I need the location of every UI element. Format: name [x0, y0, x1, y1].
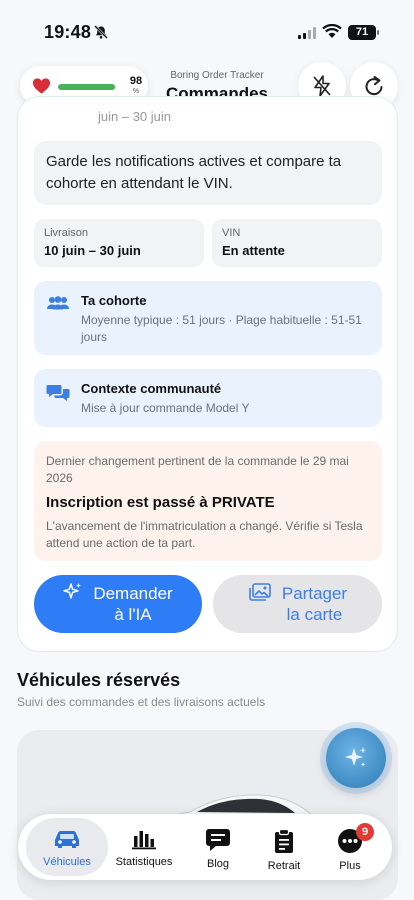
share-card-label: Partager la carte: [281, 584, 348, 624]
delivery-tile: Livraison 10 juin – 30 juin: [34, 219, 204, 267]
clipboard-icon: [275, 828, 293, 853]
heart-icon: [32, 78, 51, 94]
status-time: 19:48: [44, 22, 92, 42]
delivery-value: 10 juin – 30 juin: [44, 243, 141, 258]
bell-muted-icon: [94, 25, 108, 39]
delivery-label: Livraison: [44, 227, 89, 239]
tab-label: Statistiques: [115, 856, 173, 868]
share-card-button[interactable]: Partager la carte: [213, 575, 382, 633]
vin-label: VIN: [222, 227, 241, 239]
tab-label: Retrait: [267, 860, 301, 872]
tab-plus[interactable]: Plus 9: [312, 818, 388, 876]
health-percentage: 98%: [129, 75, 143, 96]
sparkles-icon: [345, 747, 366, 767]
notification-badge: 9: [356, 823, 374, 841]
battery-indicator: 71: [348, 25, 379, 40]
tab-retrait[interactable]: Retrait: [246, 818, 322, 876]
refresh-icon: [365, 76, 383, 96]
notification-tip: Garde les notifications actives et compa…: [34, 141, 382, 205]
ask-ai-label: Demander à l'IA: [93, 584, 173, 624]
health-progress-bar: [58, 84, 116, 90]
tab-vehicules[interactable]: Véhicules: [26, 818, 108, 876]
vin-value: En attente: [222, 243, 285, 258]
latest-change-headline: Inscription est passé à PRIVATE: [46, 494, 275, 511]
tab-blog[interactable]: Blog: [180, 818, 256, 876]
latest-change-date: Dernier changement pertinent de la comma…: [46, 454, 349, 485]
cohort-description: Moyenne typique : 51 jours · Plage habit…: [81, 313, 362, 344]
chat-bubbles-icon: [46, 385, 70, 401]
ai-assistant-fab[interactable]: [326, 728, 386, 788]
photos-icon: [249, 583, 271, 601]
health-progress-fill: [58, 84, 115, 90]
app-subtitle: Boring Order Tracker: [170, 70, 264, 81]
tab-label: Véhicules: [43, 856, 91, 868]
tab-label: Blog: [206, 858, 230, 870]
delivery-window-peek: juin – 30 juin: [98, 109, 171, 124]
section-subtitle: Suivi des commandes et des livraisons ac…: [17, 695, 266, 709]
community-description: Mise à jour commande Model Y: [81, 401, 250, 415]
ask-ai-button[interactable]: Demander à l'IA: [34, 575, 202, 633]
community-title: Contexte communauté: [81, 381, 222, 396]
cohort-title: Ta cohorte: [81, 293, 147, 308]
cellular-signal-icon: [298, 27, 316, 39]
bar-chart-icon: [132, 831, 156, 850]
wifi-icon: [322, 24, 342, 38]
car-icon: [55, 831, 79, 848]
latest-change-panel: Dernier changement pertinent de la comma…: [34, 441, 382, 561]
latest-change-description: L'avancement de l'immatriculation a chan…: [46, 519, 363, 550]
chat-bubble-icon: [206, 829, 230, 851]
sparkles-icon: [63, 583, 82, 599]
vin-tile: VIN En attente: [212, 219, 382, 267]
tab-label: Plus: [339, 860, 361, 872]
section-title: Véhicules réservés: [17, 670, 181, 690]
flash-off-icon: [313, 75, 331, 97]
tab-statistiques[interactable]: Statistiques: [106, 818, 182, 876]
order-card: juin – 30 juin Garde les notifications a…: [17, 96, 398, 652]
status-bar: 19:48 71: [0, 0, 414, 60]
people-group-icon: [47, 296, 69, 310]
cohort-info[interactable]: Ta cohorte Moyenne typique : 51 jours · …: [34, 281, 382, 355]
bottom-tab-bar: Véhicules Statistiques Blog Retrait Plus…: [18, 814, 392, 880]
community-context-info[interactable]: Contexte communauté Mise à jour commande…: [34, 369, 382, 427]
